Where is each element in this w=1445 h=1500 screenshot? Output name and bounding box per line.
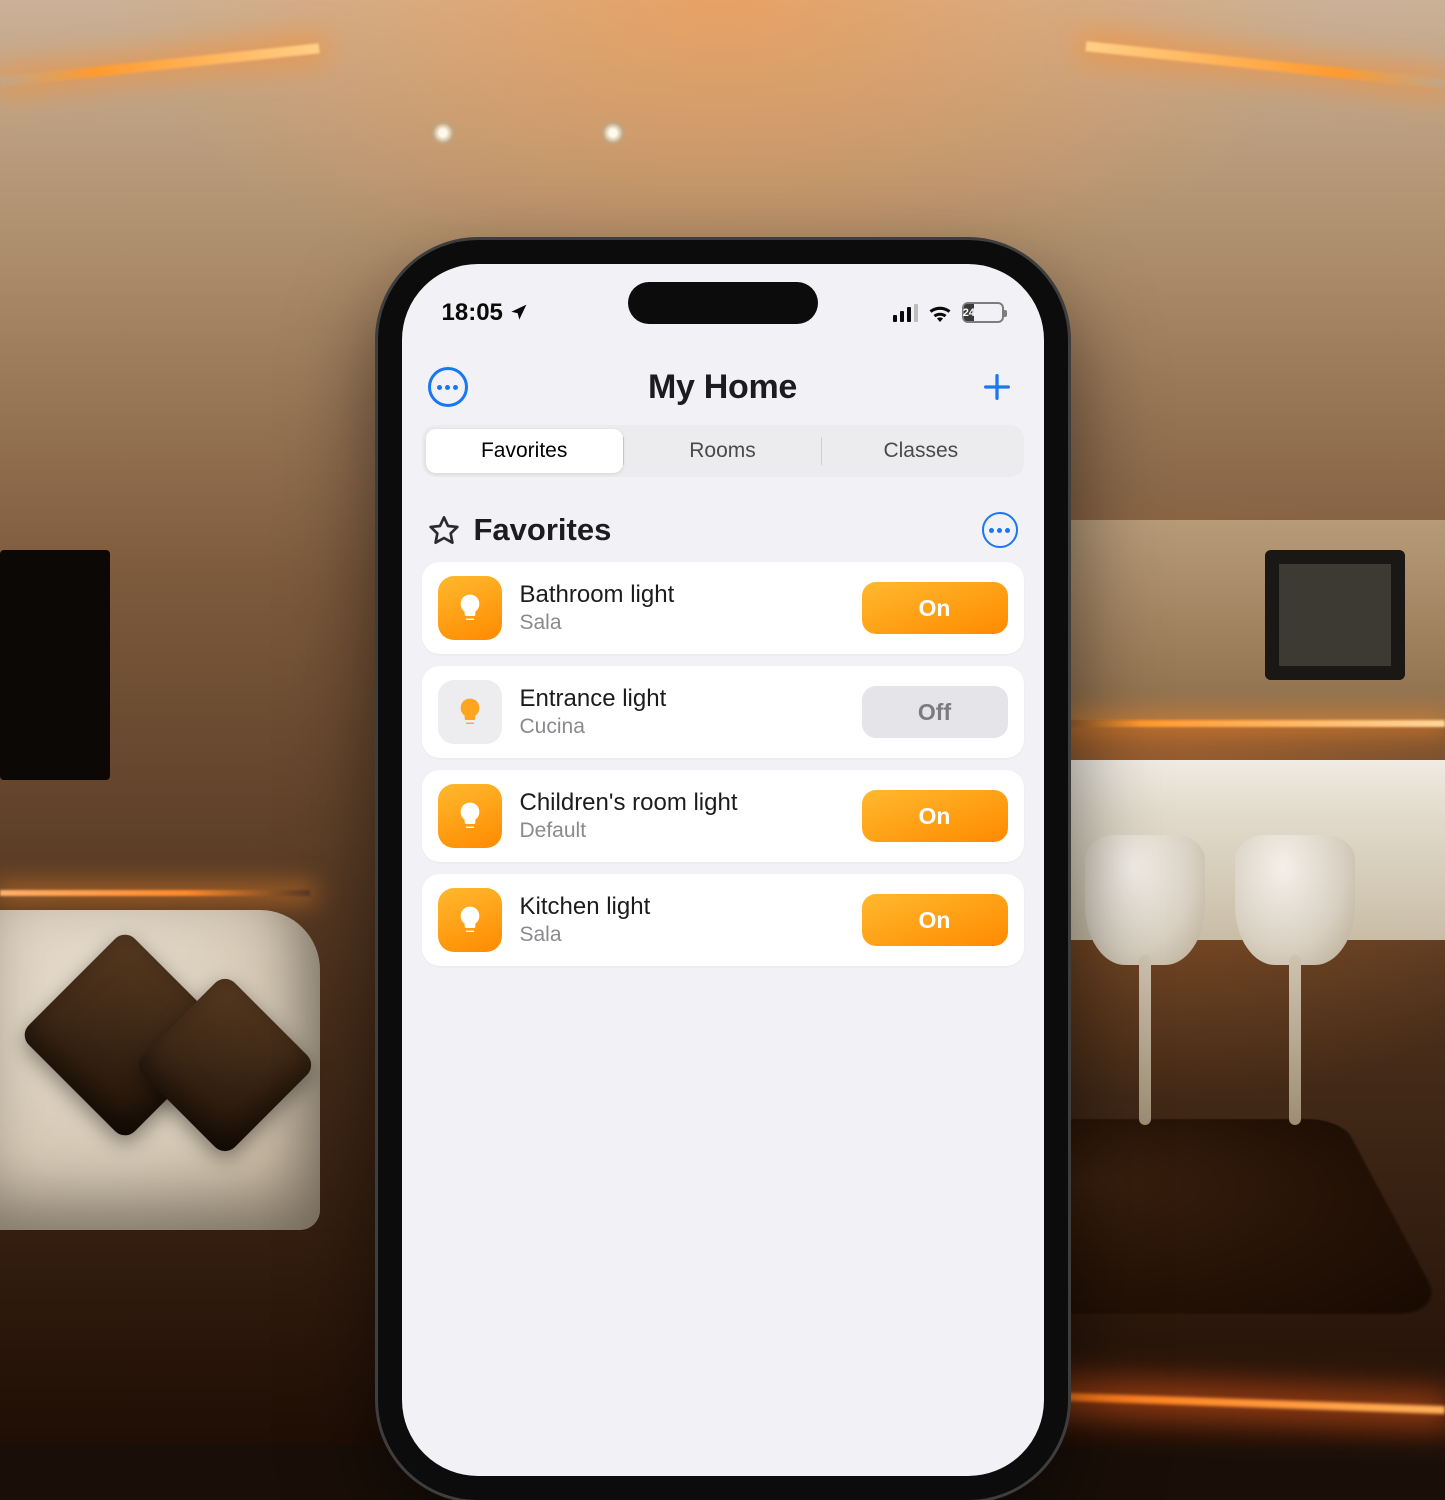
bar-stool xyxy=(1085,835,1205,965)
plus-icon xyxy=(980,370,1014,404)
phone-frame: 18:05 24 My Home Favorites Rooms Classes… xyxy=(378,240,1068,1500)
device-state-button[interactable]: On xyxy=(862,582,1008,634)
device-room: Default xyxy=(520,819,844,843)
device-room: Cucina xyxy=(520,715,844,739)
device-state-button[interactable]: On xyxy=(862,894,1008,946)
add-button[interactable] xyxy=(977,367,1017,407)
lightbulb-icon xyxy=(438,784,502,848)
view-segmented-control: Favorites Rooms Classes xyxy=(422,425,1024,477)
ceiling-spotlight xyxy=(430,120,456,146)
ellipsis-icon xyxy=(989,528,1010,533)
more-options-button[interactable] xyxy=(428,367,468,407)
section-options-button[interactable] xyxy=(982,512,1018,548)
device-card[interactable]: Children's room light Default On xyxy=(422,770,1024,862)
led-strip xyxy=(0,890,310,896)
device-name: Bathroom light xyxy=(520,581,844,609)
device-room: Sala xyxy=(520,923,844,947)
cellular-signal-icon xyxy=(893,304,918,322)
location-icon xyxy=(509,303,528,322)
device-state-button[interactable]: Off xyxy=(862,686,1008,738)
led-strip xyxy=(1065,720,1445,727)
tv xyxy=(0,550,110,780)
battery-icon: 24 xyxy=(962,302,1004,323)
favorites-list: Bathroom light Sala On Entrance light Cu… xyxy=(402,562,1044,966)
device-state-button[interactable]: On xyxy=(862,790,1008,842)
oven xyxy=(1265,550,1405,680)
star-outline-icon xyxy=(428,514,460,546)
dynamic-island xyxy=(628,282,818,324)
device-room: Sala xyxy=(520,611,844,635)
wifi-icon xyxy=(928,304,952,322)
page-title: My Home xyxy=(648,368,797,407)
tab-favorites[interactable]: Favorites xyxy=(426,429,623,473)
device-card[interactable]: Bathroom light Sala On xyxy=(422,562,1024,654)
led-strip xyxy=(1085,41,1444,89)
lightbulb-icon xyxy=(438,680,502,744)
section-header: Favorites xyxy=(402,477,1044,562)
device-card[interactable]: Entrance light Cucina Off xyxy=(422,666,1024,758)
device-card[interactable]: Kitchen light Sala On xyxy=(422,874,1024,966)
lightbulb-icon xyxy=(438,576,502,640)
device-name: Kitchen light xyxy=(520,893,844,921)
ceiling-spotlight xyxy=(600,120,626,146)
tab-classes[interactable]: Classes xyxy=(822,429,1019,473)
app-header: My Home xyxy=(402,339,1044,425)
battery-level: 24 xyxy=(964,304,975,321)
status-time: 18:05 xyxy=(442,299,503,327)
tab-rooms[interactable]: Rooms xyxy=(624,429,821,473)
led-strip xyxy=(0,43,319,86)
bar-stool xyxy=(1235,835,1355,965)
lightbulb-icon xyxy=(438,888,502,952)
device-name: Entrance light xyxy=(520,685,844,713)
section-title-text: Favorites xyxy=(474,512,612,548)
device-name: Children's room light xyxy=(520,789,844,817)
ellipsis-icon xyxy=(437,385,458,390)
